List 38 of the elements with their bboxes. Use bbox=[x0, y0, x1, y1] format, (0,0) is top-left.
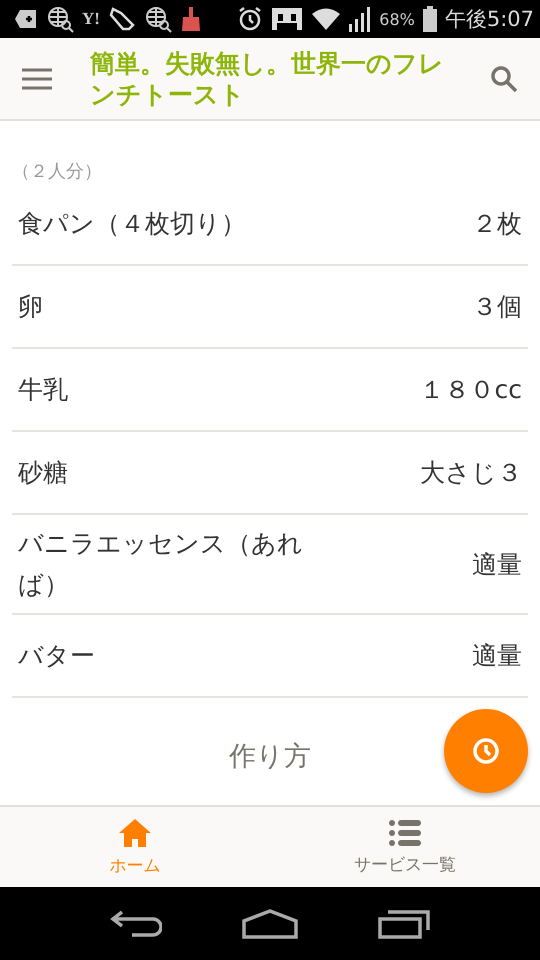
ingredient-amount: 大さじ３ bbox=[420, 457, 522, 489]
alarm-icon bbox=[237, 6, 264, 32]
section-heading: 作り方 bbox=[229, 740, 311, 774]
clock-icon bbox=[471, 736, 501, 766]
nav-tab[interactable]: ホーム bbox=[0, 807, 270, 887]
broom-icon bbox=[180, 5, 202, 33]
wifi-icon bbox=[311, 7, 342, 31]
ingredient-name: バター bbox=[18, 640, 95, 672]
signal-icon bbox=[349, 6, 372, 32]
voicemail-icon bbox=[271, 7, 304, 31]
list-icon bbox=[389, 818, 421, 846]
ingredient-name: 卵 bbox=[18, 291, 43, 323]
ingredient-amount: １８０cc bbox=[420, 374, 522, 406]
back-icon[interactable] bbox=[110, 908, 162, 938]
battery-icon bbox=[422, 6, 437, 32]
clock-time: 午後5:07 bbox=[444, 6, 534, 33]
recent-apps-icon[interactable] bbox=[378, 908, 430, 938]
ingredient-amount: ３個 bbox=[472, 291, 522, 323]
battery-percent: 68% bbox=[379, 10, 415, 28]
ingredient-name: 砂糖 bbox=[18, 457, 68, 489]
globe-icon bbox=[144, 5, 172, 33]
ingredient-amount: ２枚 bbox=[472, 208, 522, 240]
ingredient-amount: 適量 bbox=[472, 640, 522, 672]
ingredient-name: 牛乳 bbox=[18, 374, 68, 406]
ingredient-name: 食パン（４枚切り） bbox=[18, 208, 246, 240]
menu-icon bbox=[22, 68, 52, 90]
ingredient-amount: 適量 bbox=[472, 548, 522, 580]
search-icon bbox=[490, 64, 518, 92]
globe-icon bbox=[46, 5, 74, 33]
timer-button[interactable] bbox=[444, 709, 528, 793]
nav-tab[interactable]: サービス一覧 bbox=[270, 807, 540, 887]
page-title: 簡単。失敗無し。世界一のフレンチトースト bbox=[88, 48, 445, 110]
home-icon bbox=[118, 818, 152, 848]
servings-text: （２人分） bbox=[12, 160, 103, 183]
app-mark: Y! bbox=[82, 9, 100, 29]
home-outline-icon[interactable] bbox=[242, 908, 298, 938]
notification-icon bbox=[14, 8, 38, 30]
ingredient-name: バニラエッセンス（あれば） bbox=[18, 528, 304, 601]
